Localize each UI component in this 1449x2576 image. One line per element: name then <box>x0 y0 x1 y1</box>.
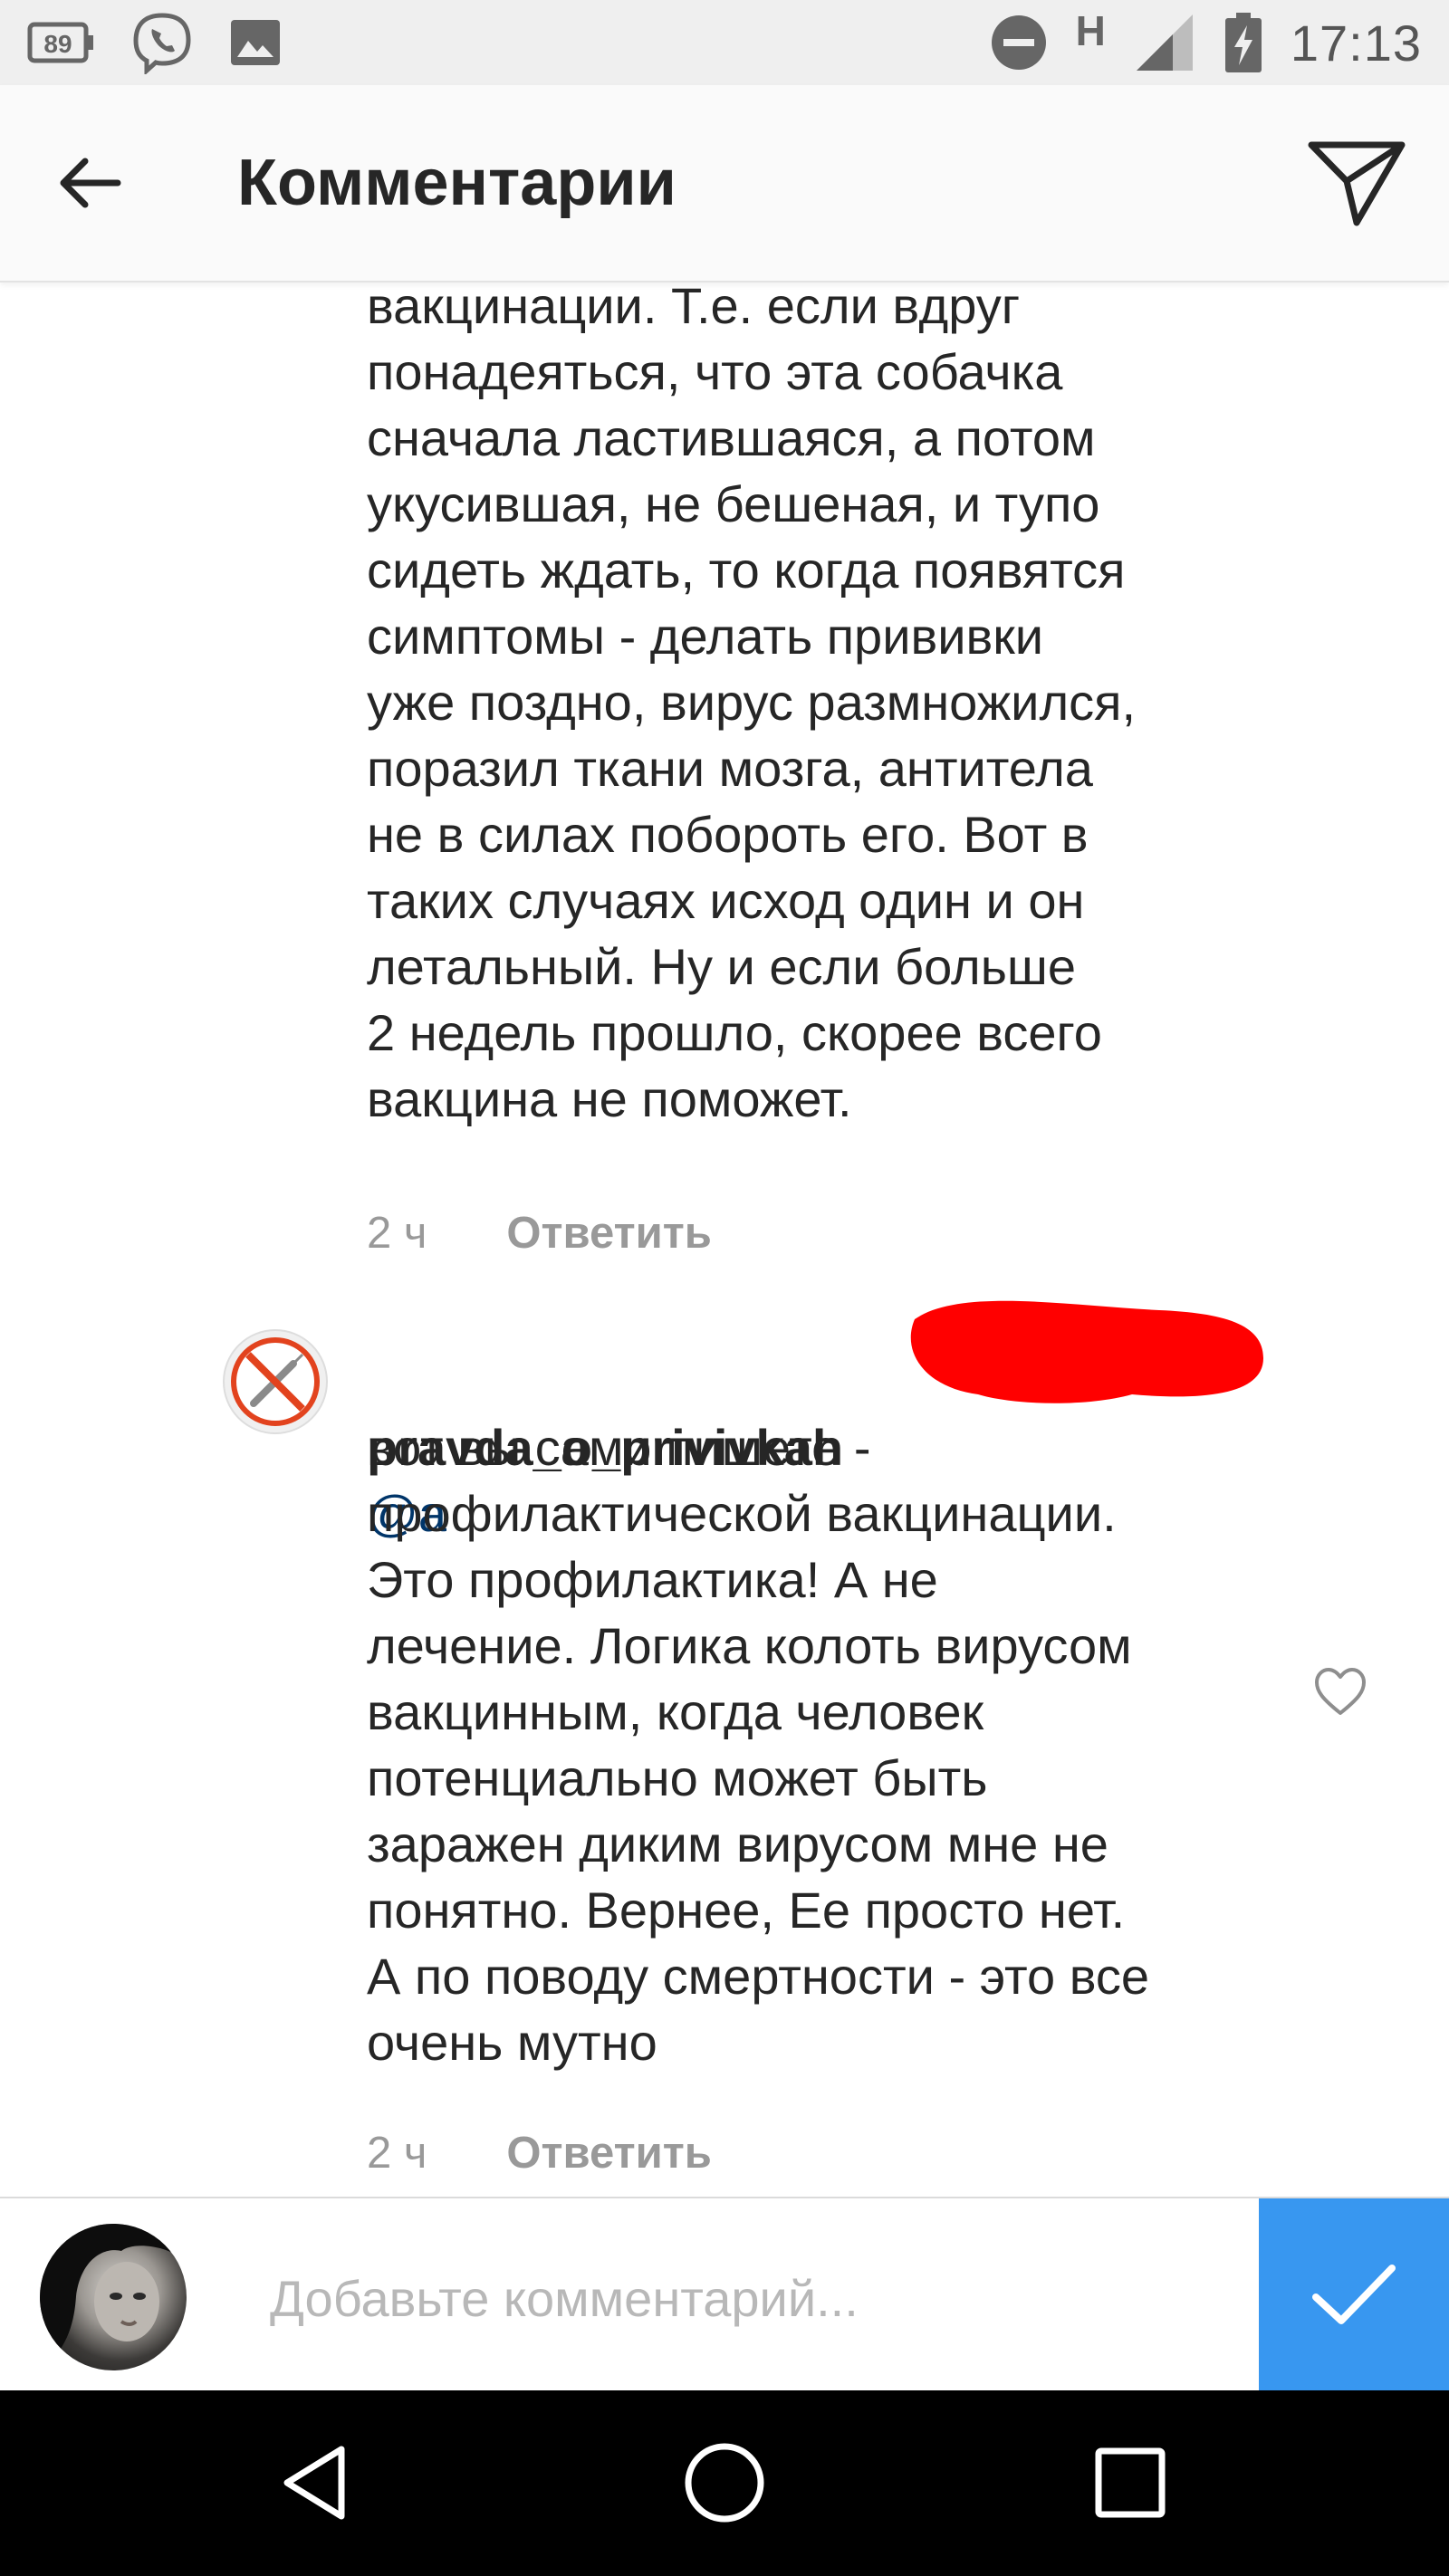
comment-text: вот вы сами пишете - профилактической ва… <box>367 1419 1149 2071</box>
reply-button[interactable]: Ответить <box>506 2128 711 2179</box>
recents-square-icon <box>1095 2447 1166 2518</box>
paper-plane-icon <box>1308 141 1406 226</box>
send-button[interactable] <box>1302 129 1411 237</box>
network-type: H <box>1075 7 1106 54</box>
nav-back-button[interactable] <box>263 2428 371 2537</box>
comment-input[interactable] <box>268 2247 1232 2349</box>
do-not-disturb-icon <box>989 13 1049 72</box>
comment-composer <box>0 2197 1449 2392</box>
comment-meta: 2 ч Ответить <box>367 1206 712 1260</box>
back-button[interactable] <box>45 138 136 228</box>
submit-comment-button[interactable] <box>1259 2198 1449 2392</box>
comments-feed[interactable]: вакцинации. Т.е. если вдруг понадеяться,… <box>0 281 1449 2197</box>
arrow-left-icon <box>60 158 121 208</box>
battery-saver-icon: 89 <box>27 20 96 65</box>
commenter-avatar[interactable] <box>223 1329 328 1434</box>
redaction-scribble <box>910 1300 1263 1403</box>
svg-text:89: 89 <box>43 30 72 58</box>
checkmark-icon <box>1312 2265 1396 2324</box>
comment-meta: 2 ч Ответить <box>367 2126 712 2180</box>
image-icon <box>228 17 283 68</box>
nav-recents-button[interactable] <box>1076 2428 1185 2537</box>
app-header: Комментарии <box>0 85 1449 282</box>
viber-icon <box>130 11 194 74</box>
battery-charging-icon <box>1223 11 1263 74</box>
status-bar-left: 89 <box>27 0 283 85</box>
user-avatar <box>40 2224 187 2370</box>
nav-home-button[interactable] <box>670 2428 779 2537</box>
home-circle-icon <box>685 2443 764 2523</box>
comment-text: вакцинации. Т.е. если вдруг понадеяться,… <box>367 281 1136 1127</box>
page-title: Комментарии <box>237 147 677 219</box>
reply-button[interactable]: Ответить <box>506 1208 711 1259</box>
signal-icon <box>1133 11 1196 74</box>
heart-outline-icon <box>1315 1668 1366 1715</box>
comment-time: 2 ч <box>367 2129 427 2178</box>
comment-time: 2 ч <box>367 1209 427 1258</box>
status-bar: 89 H 17:13 <box>0 0 1449 85</box>
like-button[interactable] <box>1311 1662 1369 1720</box>
status-time: 17:13 <box>1290 14 1422 72</box>
navigation-bar <box>0 2390 1449 2576</box>
back-triangle-icon <box>283 2446 345 2520</box>
status-bar-right: H 17:13 <box>989 0 1422 85</box>
no-syringe-icon <box>231 1337 320 1426</box>
